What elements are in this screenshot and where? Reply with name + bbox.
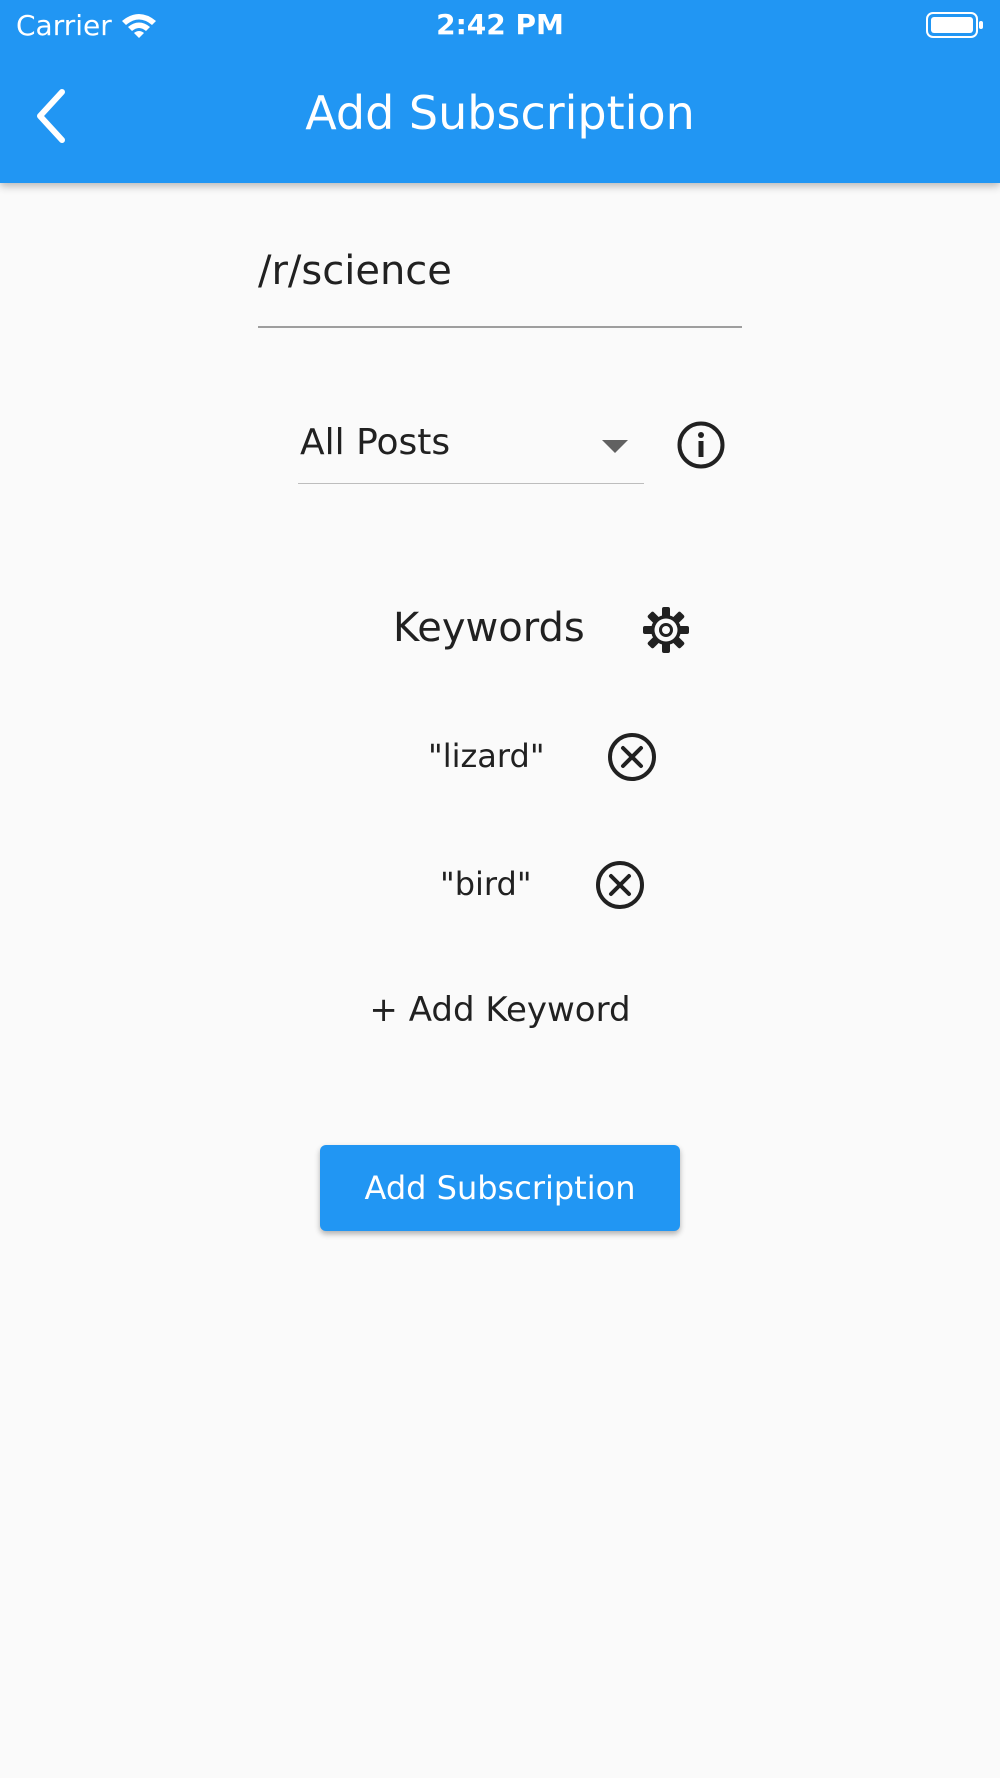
subreddit-input[interactable] (258, 248, 742, 294)
keywords-label: Keywords (393, 605, 585, 651)
battery-full-icon (926, 12, 983, 38)
close-circle-icon[interactable] (594, 859, 646, 911)
dropdown-caret-icon (602, 440, 628, 453)
close-circle-icon[interactable] (606, 731, 658, 783)
add-keyword-button[interactable]: + Add Keyword (0, 990, 1000, 1030)
keyword-item: "bird" (400, 855, 670, 915)
info-icon[interactable] (676, 420, 726, 470)
app-bar: Carrier 2:42 PM Add Subscription (0, 0, 1000, 183)
page-title: Add Subscription (305, 86, 695, 140)
status-bar: Carrier 2:42 PM (0, 0, 1000, 50)
post-filter-dropdown[interactable]: All Posts (298, 410, 644, 484)
keyword-label: "bird" (440, 865, 532, 903)
gear-icon[interactable] (640, 604, 692, 656)
add-subscription-button[interactable]: Add Subscription (320, 1145, 680, 1231)
keyword-label: "lizard" (428, 737, 545, 775)
subreddit-field[interactable] (258, 236, 742, 328)
post-filter-value: All Posts (300, 422, 451, 463)
keyword-item: "lizard" (400, 727, 670, 787)
status-time: 2:42 PM (436, 8, 564, 41)
